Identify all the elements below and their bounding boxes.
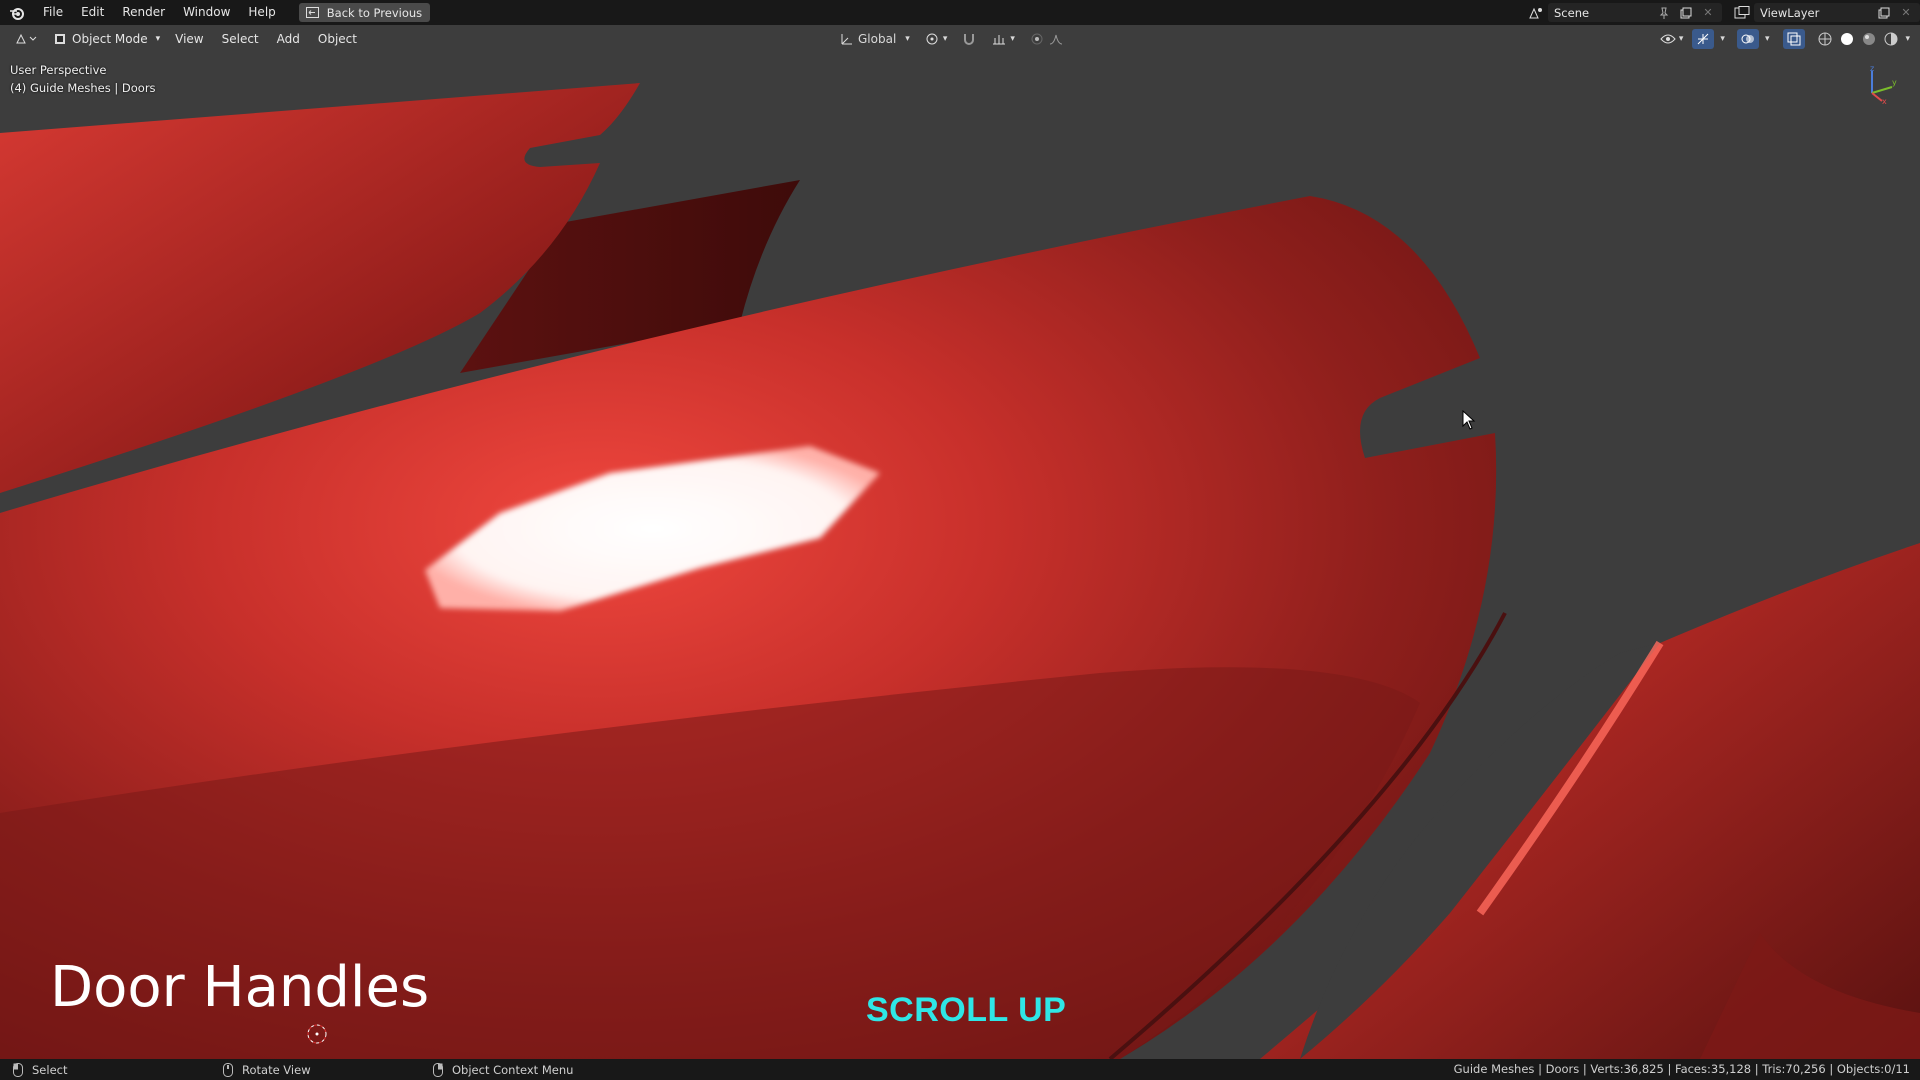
menu-help[interactable]: Help [239, 0, 284, 25]
view-layer-name[interactable]: ViewLayer [1760, 6, 1870, 20]
overlays-toggle[interactable] [1736, 29, 1759, 49]
menu-edit[interactable]: Edit [72, 0, 113, 25]
overlay-icon [1740, 31, 1756, 47]
rendered-shading-icon[interactable] [1883, 31, 1899, 47]
viewport-info: User Perspective (4) Guide Meshes | Door… [10, 61, 156, 97]
scene-name[interactable]: Scene [1554, 6, 1650, 20]
transform-orientation-dropdown[interactable]: Global ▾ [836, 29, 913, 49]
pin-icon[interactable] [1656, 5, 1672, 21]
menu-render[interactable]: Render [113, 0, 174, 25]
pivot-icon [924, 31, 940, 47]
3d-cursor-icon [305, 1022, 329, 1050]
back-to-previous-button[interactable]: Back to Previous [298, 3, 431, 22]
header-menu-add[interactable]: Add [268, 32, 309, 46]
falloff-curve-icon[interactable] [1048, 31, 1064, 47]
proportional-editing-toggle[interactable] [1026, 29, 1067, 49]
gizmo-x-label: x [1882, 97, 1887, 105]
scene-statistics: Guide Meshes | Doors | Verts:36,825 | Fa… [1453, 1062, 1910, 1076]
delete-scene-icon[interactable]: ✕ [1700, 5, 1716, 21]
status-context-menu-label: Object Context Menu [452, 1063, 574, 1077]
material-shading-icon[interactable] [1861, 31, 1877, 47]
object-mode-icon [52, 31, 68, 47]
magnet-icon [961, 31, 977, 47]
3d-viewport[interactable]: User Perspective (4) Guide Meshes | Door… [0, 53, 1920, 1059]
status-bar: Select Rotate View Object Context Menu G… [0, 1059, 1920, 1080]
solid-shading-icon[interactable] [1839, 31, 1855, 47]
scroll-hint-overlay: SCROLL UP [866, 991, 1067, 1029]
menu-window[interactable]: Window [174, 0, 239, 25]
gizmo-y-label: y [1892, 78, 1897, 87]
chevron-down-icon: ▾ [1678, 34, 1684, 44]
video-title-overlay: Door Handles [50, 955, 430, 1020]
orientation-axes-icon [839, 31, 855, 47]
chevron-down-icon: ▾ [905, 34, 910, 44]
chevron-down-icon[interactable]: ▾ [1720, 34, 1725, 44]
transform-orientation-label: Global [858, 32, 897, 46]
gizmo-toggle[interactable] [1692, 29, 1715, 49]
status-select-label: Select [32, 1063, 68, 1077]
scene-selector[interactable]: Scene ✕ [1548, 3, 1722, 22]
status-rotate: Rotate View [220, 1062, 311, 1078]
view-layer-icon[interactable] [1734, 5, 1750, 21]
proportional-edit-icon [1029, 31, 1045, 47]
back-to-previous-label: Back to Previous [326, 5, 423, 20]
xray-icon [1786, 31, 1802, 47]
snap-increment-icon [991, 31, 1007, 47]
mouse-pointer-icon [1462, 409, 1476, 434]
object-mode-label: Object Mode [72, 32, 148, 46]
delete-view-layer-icon[interactable]: ✕ [1898, 5, 1914, 21]
top-menu-bar: File Edit Render Window Help Back to Pre… [0, 0, 1920, 25]
chevron-down-icon: ▾ [1010, 34, 1015, 44]
new-view-layer-icon[interactable] [1876, 5, 1892, 21]
gizmo-z-label: z [1870, 65, 1874, 73]
mouse-middle-icon [220, 1062, 236, 1078]
perspective-label: User Perspective [10, 63, 107, 77]
screen-back-icon [305, 5, 321, 21]
chevron-down-icon[interactable]: ▾ [1905, 34, 1910, 44]
collection-info-label: (4) Guide Meshes | Doors [10, 81, 156, 95]
gizmo-icon [1695, 31, 1711, 47]
new-scene-icon[interactable] [1678, 5, 1694, 21]
blender-logo-icon[interactable] [0, 0, 34, 25]
chevron-down-icon: ▾ [155, 34, 161, 44]
xray-toggle[interactable] [1783, 29, 1806, 49]
pivot-point-dropdown[interactable]: ▾ [921, 29, 951, 49]
editor-type-icon[interactable] [12, 31, 40, 47]
chevron-down-icon: ▾ [942, 34, 948, 44]
viewport-header: Object Mode ▾ View Select Add Object Glo… [0, 25, 1920, 53]
mouse-left-icon [10, 1062, 26, 1078]
eye-icon [1660, 31, 1676, 47]
scene-icon[interactable] [1528, 5, 1544, 21]
scene-render [0, 83, 1920, 1059]
snap-target-dropdown[interactable]: ▾ [988, 29, 1018, 49]
visibility-dropdown[interactable]: ▾ [1657, 29, 1687, 49]
header-menu-object[interactable]: Object [309, 32, 366, 46]
header-menu-view[interactable]: View [166, 32, 212, 46]
snap-toggle[interactable] [958, 29, 980, 49]
status-rotate-label: Rotate View [242, 1063, 311, 1077]
mouse-right-icon [430, 1062, 446, 1078]
chevron-down-icon[interactable]: ▾ [1765, 34, 1770, 44]
menu-file[interactable]: File [34, 0, 72, 25]
status-context-menu: Object Context Menu [430, 1062, 573, 1078]
object-mode-dropdown[interactable]: Object Mode ▾ [46, 29, 166, 49]
navigation-gizmo[interactable]: z y x [1858, 64, 1898, 109]
wireframe-shading-icon[interactable] [1817, 31, 1833, 47]
status-select: Select [10, 1062, 67, 1078]
view-layer-selector[interactable]: ViewLayer ✕ [1754, 3, 1920, 22]
header-menu-select[interactable]: Select [213, 32, 268, 46]
